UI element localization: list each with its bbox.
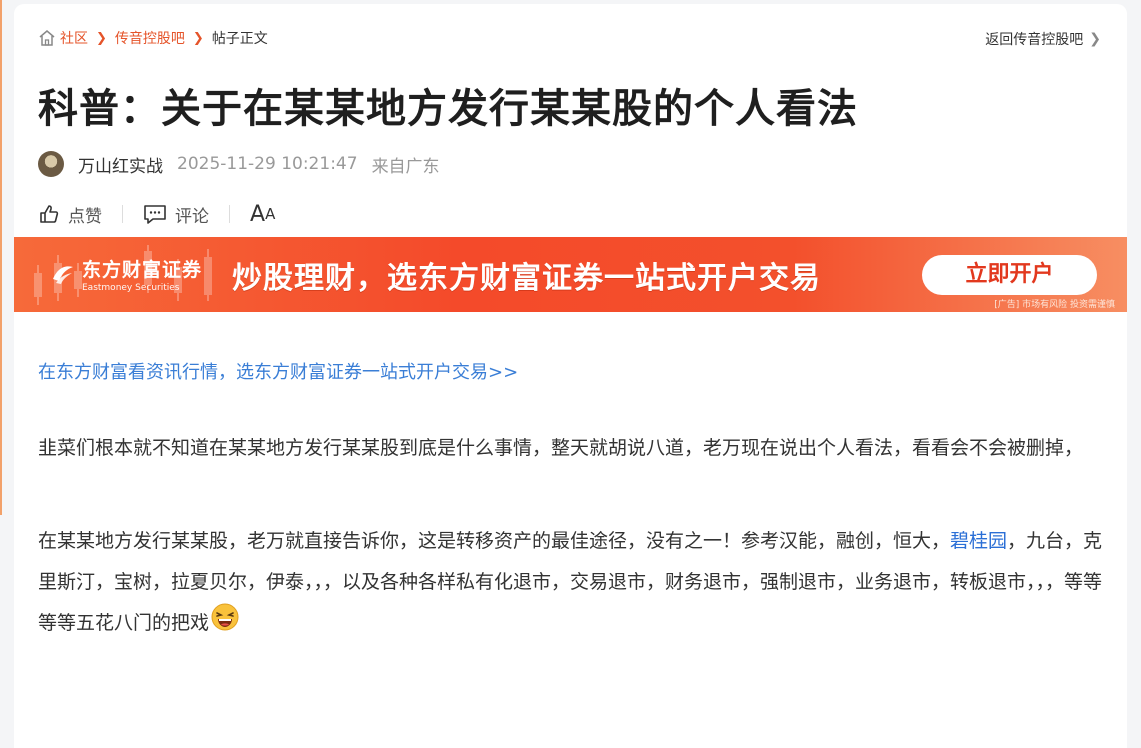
like-label[interactable]: 点赞: [68, 202, 102, 227]
side-accent-strip: [0, 0, 2, 515]
stock-link-country-garden[interactable]: 碧桂园: [950, 530, 1007, 552]
comment-icon: [144, 205, 166, 224]
back-label[interactable]: 返回传音控股吧: [985, 29, 1083, 49]
brand-logo: 东方财富证券 Eastmoney Securities: [50, 255, 202, 293]
breadcrumb-current: 帖子正文: [211, 31, 268, 47]
banner-slogan[interactable]: 炒股理财，选东方财富证券一站式开户交易: [232, 253, 821, 297]
ad-banner[interactable]: 东方财富证券 Eastmoney Securities 炒股理财，选东方财富证券…: [14, 237, 1127, 312]
post-paragraph-2: 在某某地方发行某某股，老万就直接告诉你，这是转移资产的最佳途径，没有之一！参考汉…: [38, 521, 1104, 644]
home-icon[interactable]: [38, 29, 56, 47]
font-size-large-glyph[interactable]: A: [250, 202, 265, 227]
avatar[interactable]: [38, 151, 64, 177]
brand-name-cn: 东方财富证券: [82, 259, 203, 281]
divider: [229, 205, 230, 223]
like-button[interactable]: 点赞: [38, 202, 102, 227]
back-to-forum-link[interactable]: 返回传音控股吧 ❯: [985, 29, 1101, 49]
font-size-button[interactable]: AA: [250, 202, 275, 227]
post-meta: 万山红实战 2025-11-29 10:21:47 来自广东: [38, 150, 440, 178]
post-paragraph-1: 韭菜们根本就不知道在某某地方发行某某股到底是什么事情，整天就胡说八道，老万现在说…: [38, 437, 1084, 459]
post-time: 2025-11-29 10:21:47: [177, 154, 358, 174]
comment-label[interactable]: 评论: [175, 202, 209, 227]
paragraph-text: 在某某地方发行某某股，老万就直接告诉你，这是转移资产的最佳途径，没有之一！参考汉…: [38, 530, 951, 552]
open-account-button[interactable]: 立即开户: [922, 255, 1097, 295]
promo-link[interactable]: 在东方财富看资讯行情，选东方财富证券一站式开户交易>>: [38, 358, 518, 384]
breadcrumb: 社区 ❯ 传音控股吧 ❯ 帖子正文: [38, 28, 268, 48]
post-title: 科普：关于在某某地方发行某某股的个人看法: [38, 86, 858, 132]
post-card: 社区 ❯ 传音控股吧 ❯ 帖子正文 返回传音控股吧 ❯ 科普：关于在某某地方发行…: [14, 4, 1127, 748]
comment-button[interactable]: 评论: [143, 202, 209, 227]
breadcrumb-community[interactable]: 社区: [60, 28, 88, 48]
chevron-right-icon: ❯: [96, 30, 107, 46]
post-location: 来自广东: [371, 156, 440, 177]
laughing-emoji-icon: [211, 603, 239, 631]
ad-disclaimer: [广告] 市场有风险 投资需谨慎: [994, 300, 1115, 310]
eastmoney-logo-icon: [53, 266, 73, 284]
font-size-small-glyph[interactable]: A: [265, 205, 275, 223]
post-actions: 点赞 评论 AA: [38, 200, 275, 228]
chevron-right-icon: ❯: [192, 30, 204, 46]
thumbs-up-icon: [40, 205, 59, 223]
breadcrumb-forum[interactable]: 传音控股吧: [115, 28, 185, 48]
brand-name-en: Eastmoney Securities: [82, 283, 180, 293]
chevron-right-icon: ❯: [1089, 31, 1101, 47]
divider: [122, 205, 123, 223]
author-name[interactable]: 万山红实战: [78, 152, 163, 177]
